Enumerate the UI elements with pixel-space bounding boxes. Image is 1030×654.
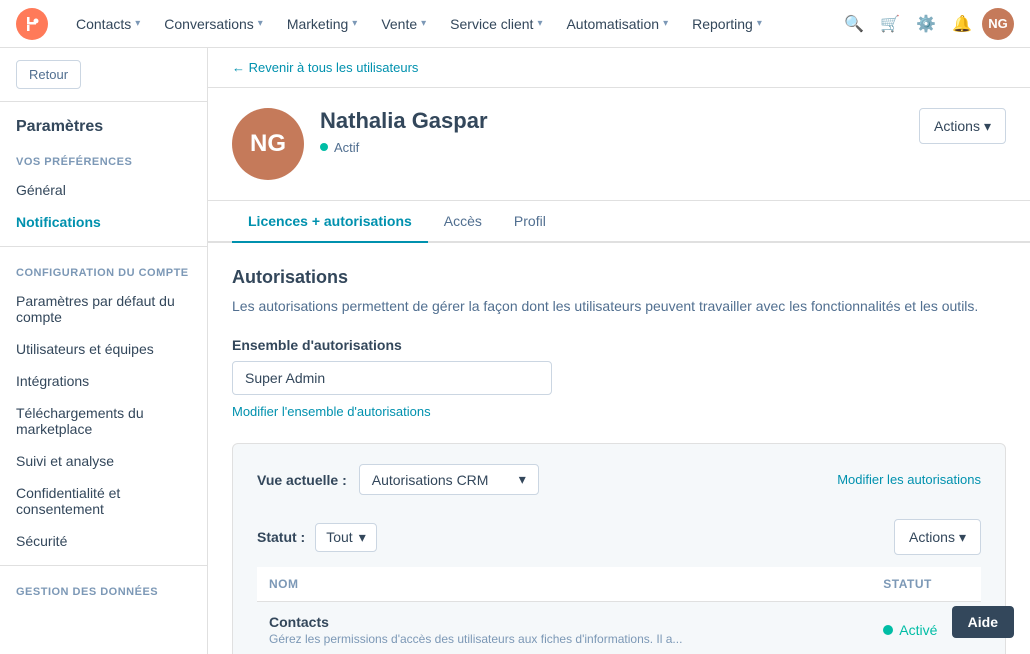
col-nom: NOM <box>257 567 871 602</box>
settings-button[interactable]: ⚙️ <box>910 8 942 40</box>
vue-dropdown[interactable]: Autorisations CRM ▾ <box>359 464 539 495</box>
sidebar-item-integrations[interactable]: Intégrations <box>0 365 207 397</box>
sidebar-item-suivi[interactable]: Suivi et analyse <box>0 445 207 477</box>
chevron-down-icon: ▾ <box>537 18 542 29</box>
sidebar-item-parametres-compte[interactable]: Paramètres par défaut du compte <box>0 285 207 333</box>
tab-licences[interactable]: Licences + autorisations <box>232 201 428 243</box>
sidebar-back-section: Retour <box>0 48 207 102</box>
nav-conversations[interactable]: Conversations▾ <box>152 0 275 48</box>
chevron-down-icon: ▾ <box>421 18 426 29</box>
tab-profil[interactable]: Profil <box>498 201 562 243</box>
table-row: Contacts Gérez les permissions d'accès d… <box>257 602 981 654</box>
nav-right: 🔍 🛒 ⚙️ 🔔 NG <box>838 8 1014 40</box>
vue-actuelle-label: Vue actuelle : <box>257 472 347 488</box>
statut-section: Statut : Tout ▾ Actions ▾ <box>257 519 981 654</box>
nav-automatisation[interactable]: Automatisation▾ <box>554 0 680 48</box>
tabs: Licences + autorisations Accès Profil <box>208 201 1030 243</box>
vue-actuelle-block: Vue actuelle : Autorisations CRM ▾ Modif… <box>232 443 1006 654</box>
user-avatar: NG <box>232 108 304 180</box>
autorisations-title: Autorisations <box>232 267 1006 288</box>
ensemble-label: Ensemble d'autorisations <box>232 337 1006 353</box>
user-info: Nathalia Gaspar Actif <box>320 108 903 155</box>
breadcrumb: ← Revenir à tous les utilisateurs <box>208 48 1030 88</box>
chevron-down-icon: ▾ <box>757 18 762 29</box>
nav-marketing[interactable]: Marketing▾ <box>275 0 370 48</box>
main-layout: Retour Paramètres Vos préférences Généra… <box>0 48 1030 654</box>
sidebar-item-confidentialite[interactable]: Confidentialité et consentement <box>0 477 207 525</box>
notifications-button[interactable]: 🔔 <box>946 8 978 40</box>
sidebar-item-securite[interactable]: Sécurité <box>0 525 207 557</box>
active-dot-icon <box>883 625 893 635</box>
marketplace-button[interactable]: 🛒 <box>874 8 906 40</box>
permission-desc: Gérez les permissions d'accès des utilis… <box>269 632 859 646</box>
nav-service-client[interactable]: Service client▾ <box>438 0 554 48</box>
tout-dropdown[interactable]: Tout ▾ <box>315 523 377 552</box>
chevron-down-icon: ▾ <box>352 18 357 29</box>
sidebar-section-vos-preferences: Vos préférences <box>0 144 207 174</box>
user-actions-button[interactable]: Actions ▾ <box>919 108 1006 144</box>
permission-name: Contacts <box>269 614 859 630</box>
sidebar-item-notifications[interactable]: Notifications <box>0 206 207 238</box>
sidebar-item-telechargements[interactable]: Téléchargements du marketplace <box>0 397 207 445</box>
vue-header: Vue actuelle : Autorisations CRM ▾ Modif… <box>257 464 981 495</box>
chevron-down-icon: ▾ <box>135 18 140 29</box>
back-button[interactable]: Retour <box>16 60 81 89</box>
table-header: NOM STATUT <box>257 567 981 602</box>
modifier-autorisations-link[interactable]: Modifier les autorisations <box>837 472 981 487</box>
top-navigation: Contacts▾ Conversations▾ Marketing▾ Vent… <box>0 0 1030 48</box>
table-cell-name: Contacts Gérez les permissions d'accès d… <box>257 602 871 654</box>
modifier-ensemble-link[interactable]: Modifier l'ensemble d'autorisations <box>232 404 431 419</box>
nav-reporting[interactable]: Reporting▾ <box>680 0 774 48</box>
page-content: Autorisations Les autorisations permette… <box>208 243 1030 654</box>
sidebar: Retour Paramètres Vos préférences Généra… <box>0 48 208 654</box>
user-header: NG Nathalia Gaspar Actif Actions ▾ <box>208 88 1030 201</box>
main-content: ← Revenir à tous les utilisateurs NG Nat… <box>208 48 1030 654</box>
chevron-down-icon: ▾ <box>258 18 263 29</box>
nav-contacts[interactable]: Contacts▾ <box>64 0 152 48</box>
autorisations-description: Les autorisations permettent de gérer la… <box>232 296 1006 317</box>
search-button[interactable]: 🔍 <box>838 8 870 40</box>
ensemble-value: Super Admin <box>232 361 552 395</box>
permissions-table: NOM STATUT Contacts Gérez les permission… <box>257 567 981 654</box>
statut-label: Statut : <box>257 529 305 545</box>
status-active-dot <box>320 143 328 151</box>
breadcrumb-link[interactable]: ← Revenir à tous les utilisateurs <box>232 60 418 75</box>
chevron-down-icon: ▾ <box>663 18 668 29</box>
statut-header: Statut : Tout ▾ Actions ▾ <box>257 519 981 555</box>
sidebar-item-general[interactable]: Général <box>0 174 207 206</box>
tab-acces[interactable]: Accès <box>428 201 498 243</box>
col-statut: STATUT <box>871 567 981 602</box>
statut-label-row: Statut : Tout ▾ <box>257 523 377 552</box>
active-text: Activé <box>899 622 937 638</box>
user-name: Nathalia Gaspar <box>320 108 903 134</box>
sidebar-item-utilisateurs[interactable]: Utilisateurs et équipes <box>0 333 207 365</box>
sidebar-section-gestion-donnees: Gestion des données <box>0 574 207 604</box>
help-button[interactable]: Aide <box>952 606 1014 638</box>
avatar[interactable]: NG <box>982 8 1014 40</box>
sidebar-divider-2 <box>0 565 207 566</box>
nav-vente[interactable]: Vente▾ <box>369 0 438 48</box>
hubspot-logo[interactable] <box>16 8 48 40</box>
status-text: Actif <box>334 140 359 155</box>
sidebar-divider-1 <box>0 246 207 247</box>
sidebar-section-config-compte: Configuration du compte <box>0 255 207 285</box>
vue-label-row: Vue actuelle : Autorisations CRM ▾ <box>257 464 539 495</box>
statut-actions-button[interactable]: Actions ▾ <box>894 519 981 555</box>
user-status: Actif <box>320 140 359 155</box>
nav-items: Contacts▾ Conversations▾ Marketing▾ Vent… <box>64 0 838 48</box>
sidebar-title: Paramètres <box>0 102 207 144</box>
table-body: Contacts Gérez les permissions d'accès d… <box>257 602 981 654</box>
